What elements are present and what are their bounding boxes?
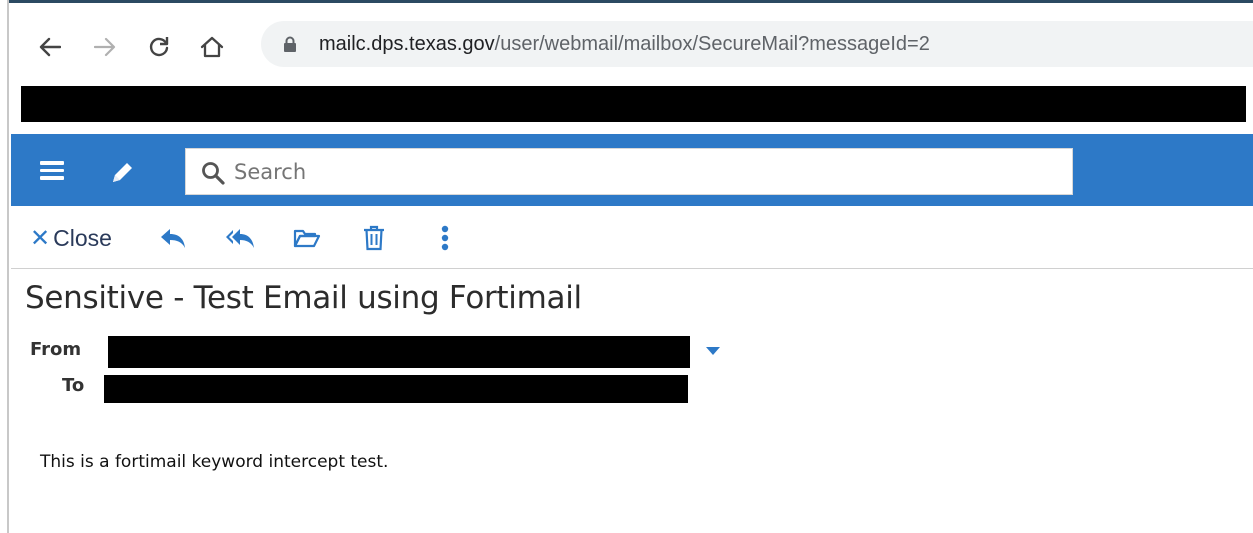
back-arrow-icon[interactable] [36,33,64,61]
reply-all-icon[interactable] [224,223,256,253]
search-box [185,148,1073,195]
from-redacted [108,336,690,368]
message-subject: Sensitive - Test Email using Fortimail [25,280,582,316]
window-left-edge [0,0,9,533]
from-label: From [30,339,82,360]
message-toolbar: ✕ Close [11,206,1253,269]
folder-icon[interactable] [291,223,323,253]
close-button[interactable]: ✕ Close [30,223,112,253]
url-text: mailc.dps.texas.gov/user/webmail/mailbox… [319,33,930,55]
close-icon: ✕ [30,224,51,252]
url-path: /user/webmail/mailbox/SecureMail?message… [494,33,930,55]
search-icon [201,161,225,185]
pencil-icon[interactable] [108,159,136,187]
message-body: This is a fortimail keyword intercept te… [40,452,389,472]
forward-arrow-icon[interactable] [91,33,119,61]
browser-toolbar: mailc.dps.texas.gov/user/webmail/mailbox… [11,3,1253,83]
home-icon[interactable] [198,33,226,61]
lock-icon [283,36,297,57]
address-bar[interactable]: mailc.dps.texas.gov/user/webmail/mailbox… [261,21,1253,67]
trash-icon[interactable] [358,223,390,253]
chevron-down-icon[interactable] [704,343,722,357]
reload-icon[interactable] [145,33,173,61]
close-label: Close [53,224,112,251]
more-vertical-icon[interactable] [429,223,461,253]
app-header [11,134,1253,206]
redacted-bar [21,86,1246,122]
reply-icon[interactable] [157,223,189,253]
to-label: To [62,375,85,396]
url-host: mailc.dps.texas.gov [319,33,495,55]
to-redacted [104,375,688,403]
search-input[interactable] [234,155,1054,189]
menu-icon[interactable] [40,161,64,181]
